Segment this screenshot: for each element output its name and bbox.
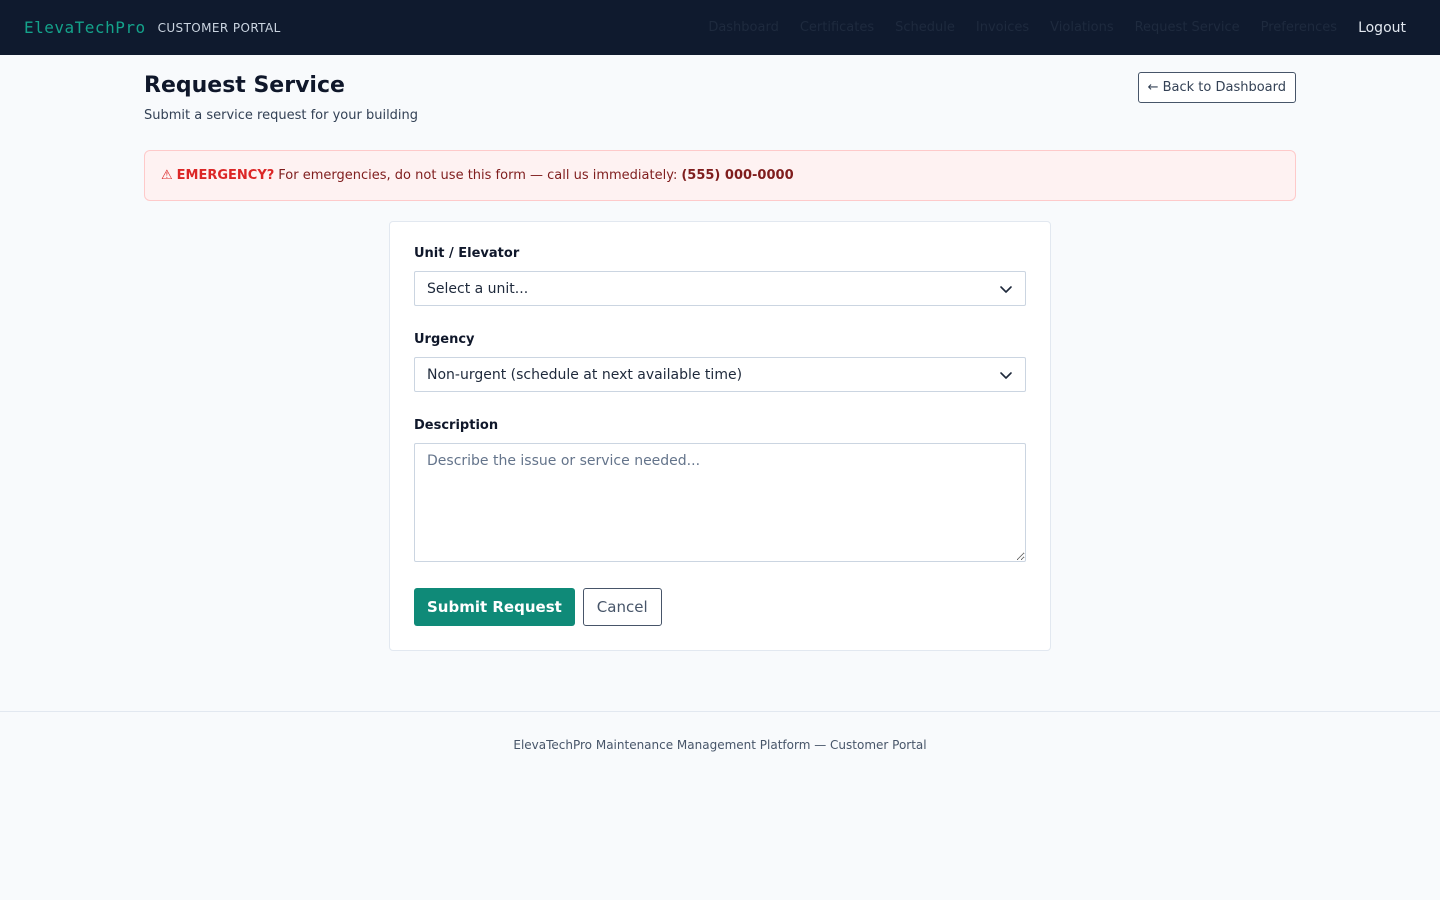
page-footer: ElevaTechPro Maintenance Management Plat… (0, 711, 1440, 752)
emergency-phone: (555) 000-0000 (681, 168, 794, 183)
chevron-down-icon (1000, 372, 1012, 379)
page-header: Request Service Submit a service request… (144, 55, 1296, 150)
chevron-down-icon (1000, 286, 1012, 293)
nav-schedule[interactable]: Schedule (895, 20, 955, 35)
main-content: Request Service Submit a service request… (144, 55, 1296, 651)
footer-text: ElevaTechPro Maintenance Management Plat… (513, 738, 927, 752)
urgency-label: Urgency (414, 332, 475, 347)
service-request-form: Unit / Elevator Select a unit... Urgency… (389, 221, 1051, 651)
emergency-alert: ⚠ EMERGENCY? For emergencies, do not use… (144, 150, 1296, 201)
back-to-dashboard-button[interactable]: ← Back to Dashboard (1137, 72, 1296, 103)
description-field: Description (414, 418, 1026, 566)
warning-icon: ⚠ (161, 168, 173, 183)
cancel-button[interactable]: Cancel (582, 588, 662, 626)
page-title: Request Service (144, 73, 345, 98)
description-label: Description (414, 418, 499, 433)
unit-select[interactable]: Select a unit... (414, 271, 1026, 306)
unit-select-value: Select a unit... (427, 280, 529, 297)
urgency-select[interactable]: Non-urgent (schedule at next available t… (414, 357, 1026, 392)
emergency-message: For emergencies, do not use this form — … (278, 168, 678, 183)
top-navbar: ElevaTechPro CUSTOMER PORTAL Dashboard C… (0, 0, 1440, 55)
page-subtitle: Submit a service request for your buildi… (144, 108, 419, 123)
form-actions: Submit Request Cancel (414, 588, 1026, 626)
nav-request-service[interactable]: Request Service (1135, 20, 1240, 35)
logout-link[interactable]: Logout (1358, 20, 1406, 36)
unit-label: Unit / Elevator (414, 246, 520, 261)
emergency-label: EMERGENCY? (176, 168, 275, 183)
unit-field: Unit / Elevator Select a unit... (414, 246, 1026, 306)
urgency-select-value: Non-urgent (schedule at next available t… (427, 366, 743, 383)
nav-certificates[interactable]: Certificates (800, 20, 874, 35)
nav-dashboard[interactable]: Dashboard (708, 20, 779, 35)
nav-invoices[interactable]: Invoices (976, 20, 1029, 35)
nav-preferences[interactable]: Preferences (1261, 20, 1337, 35)
brand-logo[interactable]: ElevaTechPro (24, 18, 146, 37)
nav-violations[interactable]: Violations (1050, 20, 1113, 35)
main-nav: Dashboard Certificates Schedule Invoices… (687, 20, 1416, 36)
submit-request-button[interactable]: Submit Request (414, 588, 575, 626)
urgency-field: Urgency Non-urgent (schedule at next ava… (414, 332, 1026, 392)
portal-label: CUSTOMER PORTAL (157, 20, 281, 35)
description-textarea[interactable] (414, 443, 1026, 562)
